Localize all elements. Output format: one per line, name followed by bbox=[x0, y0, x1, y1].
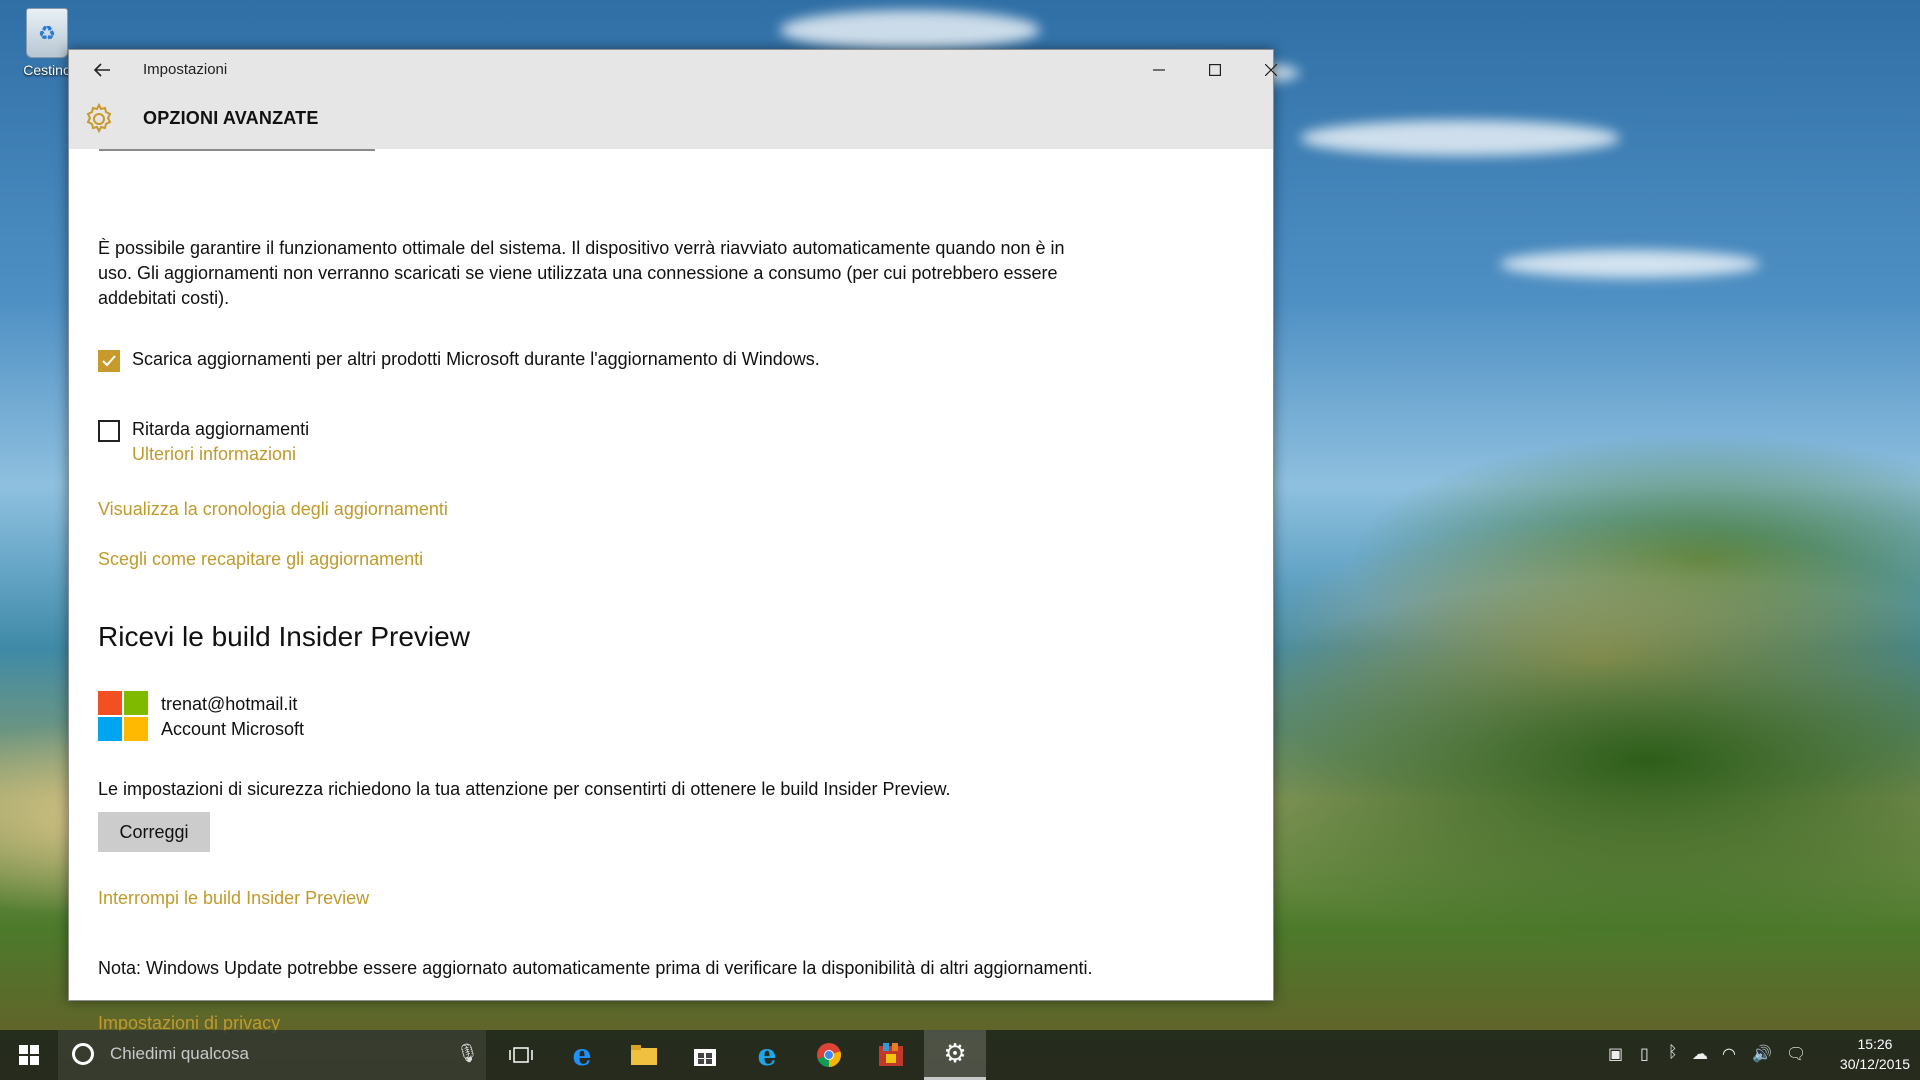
chrome-icon bbox=[817, 1043, 841, 1067]
nvidia-icon[interactable]: ▣ bbox=[1608, 1044, 1623, 1064]
edge-button[interactable]: e bbox=[553, 1030, 611, 1080]
folder-icon bbox=[631, 1045, 657, 1065]
start-button[interactable] bbox=[0, 1030, 58, 1080]
close-icon bbox=[1265, 64, 1277, 76]
fix-button[interactable]: Correggi bbox=[98, 812, 210, 852]
more-info-link[interactable]: Ulteriori informazioni bbox=[132, 444, 296, 465]
update-history-link[interactable]: Visualizza la cronologia degli aggiornam… bbox=[98, 499, 448, 520]
search-box[interactable]: Chiedimi qualcosa 🎙 bbox=[58, 1030, 486, 1080]
internet-explorer-button[interactable]: e bbox=[738, 1030, 796, 1080]
scroll-indicator bbox=[99, 149, 375, 151]
task-view-icon bbox=[509, 1047, 533, 1063]
minimize-button[interactable] bbox=[1131, 50, 1187, 90]
file-explorer-button[interactable] bbox=[615, 1030, 673, 1080]
defer-updates-checkbox[interactable] bbox=[98, 420, 120, 442]
chrome-button[interactable] bbox=[800, 1030, 858, 1080]
stop-insider-link[interactable]: Interrompi le build Insider Preview bbox=[98, 888, 369, 909]
other-products-checkbox[interactable] bbox=[98, 350, 120, 372]
settings-window: Impostazioni OPZIONI AVANZATE È possibil… bbox=[68, 49, 1277, 1033]
task-view-button[interactable] bbox=[492, 1030, 550, 1080]
title-bar: Impostazioni bbox=[69, 50, 1277, 90]
notifications-icon[interactable]: 🗨 bbox=[1786, 1044, 1806, 1064]
defer-updates-option[interactable]: Ritarda aggiornamenti bbox=[98, 419, 309, 442]
app-button[interactable] bbox=[862, 1030, 920, 1080]
wifi-icon[interactable]: ◠ bbox=[1722, 1044, 1736, 1064]
other-products-option[interactable]: Scarica aggiornamenti per altri prodotti… bbox=[98, 349, 820, 372]
gear-icon: ⚙ bbox=[943, 1038, 967, 1068]
volume-icon[interactable]: 🔊 bbox=[1752, 1044, 1772, 1064]
arrow-left-icon bbox=[93, 63, 110, 77]
store-button[interactable] bbox=[676, 1030, 734, 1080]
defer-updates-label: Ritarda aggiornamenti bbox=[132, 419, 310, 439]
edge-icon: e bbox=[572, 1037, 592, 1073]
close-button[interactable] bbox=[1243, 50, 1299, 90]
search-placeholder: Chiedimi qualcosa bbox=[110, 1044, 249, 1063]
store-icon bbox=[694, 1049, 716, 1066]
clock-time: 15:26 bbox=[1857, 1036, 1893, 1052]
security-text: Le impostazioni di sicurezza richiedono … bbox=[98, 779, 951, 799]
clock-date: 30/12/2015 bbox=[1839, 1056, 1910, 1072]
app-icon bbox=[879, 1043, 903, 1066]
other-products-label: Scarica aggiornamenti per altri prodotti… bbox=[132, 349, 820, 369]
account-email: trenat@hotmail.it bbox=[161, 694, 298, 714]
settings-taskbar-button[interactable]: ⚙ bbox=[924, 1030, 986, 1080]
app-title: Impostazioni bbox=[143, 61, 228, 78]
maximize-button[interactable] bbox=[1187, 50, 1243, 90]
internet-explorer-icon: e bbox=[757, 1037, 777, 1073]
intro-text: È possibile garantire il funzionamento o… bbox=[98, 238, 1065, 308]
back-button[interactable] bbox=[79, 50, 125, 90]
cortana-icon bbox=[72, 1043, 94, 1065]
bluetooth-icon[interactable]: ᛒ bbox=[1668, 1044, 1678, 1062]
page-header: OPZIONI AVANZATE bbox=[69, 90, 1273, 149]
maximize-icon bbox=[1209, 64, 1221, 76]
clock[interactable]: 15:26 30/12/2015 bbox=[1840, 1034, 1910, 1074]
checkmark-icon bbox=[102, 355, 116, 367]
usb-icon[interactable]: ▯ bbox=[1640, 1044, 1649, 1064]
windows-logo-icon bbox=[19, 1045, 39, 1065]
page-title: OPZIONI AVANZATE bbox=[143, 108, 319, 128]
gear-icon bbox=[86, 102, 112, 134]
recycle-bin-icon bbox=[26, 8, 68, 58]
insider-section-title: Ricevi le build Insider Preview bbox=[98, 621, 470, 652]
onedrive-icon[interactable]: ☁ bbox=[1692, 1044, 1708, 1064]
account-type: Account Microsoft bbox=[161, 719, 305, 739]
minimize-icon bbox=[1153, 69, 1165, 71]
note-text: Nota: Windows Update potrebbe essere agg… bbox=[98, 958, 1093, 978]
taskbar: Chiedimi qualcosa 🎙 e e ⚙ ▣ ▯ ᛒ ☁ ◠ 🔊 🗨 … bbox=[0, 1030, 1920, 1080]
delivery-options-link[interactable]: Scegli come recapitare gli aggiornamenti bbox=[98, 549, 423, 570]
microphone-icon[interactable]: 🎙 bbox=[456, 1043, 479, 1064]
microsoft-logo-icon bbox=[98, 691, 148, 741]
